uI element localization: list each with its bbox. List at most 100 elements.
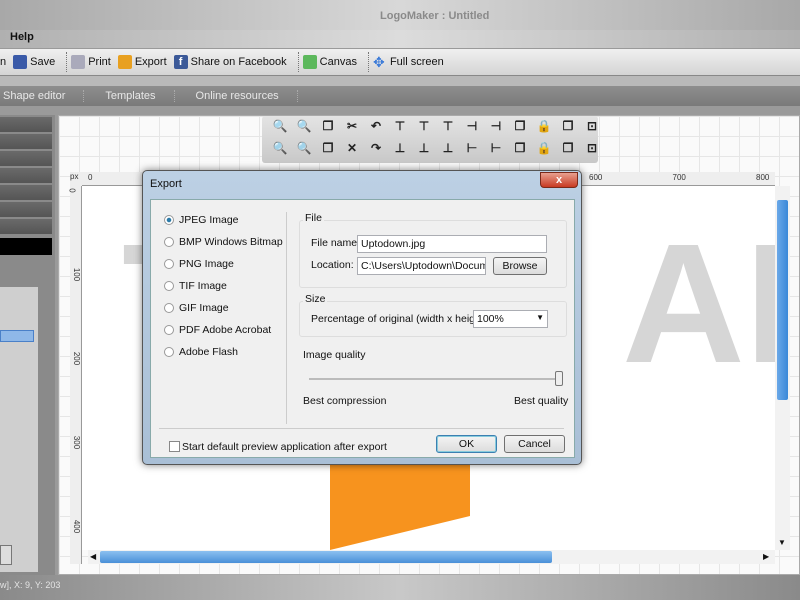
tab-strip: Shape editor Templates Online resources xyxy=(0,86,800,106)
best-quality-label: Best quality xyxy=(514,395,569,407)
file-name-input[interactable]: Uptodown.jpg xyxy=(357,235,547,253)
tool-icon[interactable]: ✕ xyxy=(340,141,364,163)
new-button[interactable]: n xyxy=(0,56,6,68)
tool-icon[interactable]: 🔒 xyxy=(532,141,556,163)
tool-icon[interactable]: ❐ xyxy=(508,119,532,141)
panel-item[interactable] xyxy=(0,117,52,132)
format-radio[interactable]: Adobe Flash xyxy=(164,346,238,358)
layer-list[interactable] xyxy=(0,287,38,572)
quality-slider-thumb[interactable] xyxy=(555,371,563,386)
dropdown[interactable] xyxy=(0,545,12,565)
tool-icon[interactable]: ↶ xyxy=(364,119,388,141)
divider xyxy=(159,428,564,429)
tool-icon[interactable]: ✂ xyxy=(340,119,364,141)
tool-icon[interactable]: ❐ xyxy=(556,141,580,163)
tool-icon[interactable]: ⊥ xyxy=(436,141,460,163)
radio-icon[interactable] xyxy=(164,259,174,269)
export-button[interactable]: Export xyxy=(117,55,167,69)
tool-icon[interactable]: ❐ xyxy=(556,119,580,141)
radio-icon[interactable] xyxy=(164,237,174,247)
tool-icon[interactable]: ⊢ xyxy=(460,141,484,163)
logo-text-al[interactable]: AL xyxy=(622,206,775,402)
ruler-tick-label: 0 xyxy=(88,173,93,182)
panel-item[interactable] xyxy=(0,151,52,166)
tab-templates[interactable]: Templates xyxy=(102,90,175,102)
tool-icon[interactable]: ❐ xyxy=(508,141,532,163)
tool-icon[interactable]: 🔍 xyxy=(292,141,316,163)
tool-icon[interactable]: 🔍 xyxy=(268,119,292,141)
tool-icon[interactable]: ⊡ xyxy=(580,119,604,141)
left-panel xyxy=(0,115,55,575)
panel-item[interactable] xyxy=(0,185,52,200)
vertical-scrollbar[interactable]: ▼ xyxy=(775,186,790,550)
radio-icon[interactable] xyxy=(164,303,174,313)
tool-icon[interactable]: ⊤ xyxy=(412,119,436,141)
panel-item[interactable] xyxy=(0,168,52,183)
quality-label: Image quality xyxy=(303,349,366,361)
tool-icon[interactable]: ⊣ xyxy=(484,119,508,141)
preview-checkbox[interactable] xyxy=(169,441,180,452)
panel-item[interactable] xyxy=(0,219,52,234)
share-facebook-button[interactable]: f Share on Facebook xyxy=(173,55,287,69)
scroll-down-arrow-icon[interactable]: ▼ xyxy=(778,538,786,547)
format-radio[interactable]: BMP Windows Bitmap xyxy=(164,236,283,248)
scroll-left-arrow-icon[interactable]: ◀ xyxy=(90,552,96,561)
radio-icon[interactable] xyxy=(164,215,174,225)
format-radio[interactable]: PNG Image xyxy=(164,258,234,270)
panel-item[interactable] xyxy=(0,134,52,149)
fullscreen-button[interactable]: ✥ Full screen xyxy=(373,55,444,69)
cursor-position: w], X: 9, Y: 203 xyxy=(0,580,61,590)
save-button[interactable]: Save xyxy=(13,55,55,69)
ruler-tick-label: 0 xyxy=(67,188,77,193)
tool-icon[interactable]: ⊢ xyxy=(484,141,508,163)
color-swatch[interactable] xyxy=(0,238,52,255)
quality-slider-track[interactable] xyxy=(309,378,559,380)
tool-icon[interactable]: ⊤ xyxy=(388,119,412,141)
panel-item[interactable] xyxy=(0,202,52,217)
format-radio[interactable]: TIF Image xyxy=(164,280,227,292)
tool-icon[interactable]: ↷ xyxy=(364,141,388,163)
close-button[interactable]: x xyxy=(540,172,578,188)
location-input[interactable]: C:\Users\Uptodown\Document xyxy=(357,257,486,275)
browse-button[interactable]: Browse xyxy=(493,257,547,275)
print-button[interactable]: Print xyxy=(71,55,111,69)
ruler-left: 0 100 200 300 400 xyxy=(67,186,82,564)
menu-bar: Help xyxy=(0,30,800,48)
radio-icon[interactable] xyxy=(164,347,174,357)
ok-button[interactable]: OK xyxy=(436,435,497,453)
fullscreen-icon: ✥ xyxy=(372,54,385,70)
tab-shape-editor[interactable]: Shape editor xyxy=(0,90,85,102)
tool-icon[interactable]: ⊥ xyxy=(412,141,436,163)
separator xyxy=(66,52,68,72)
export-dialog: Export x JPEG Image BMP Windows Bitmap PNG… xyxy=(142,170,582,465)
tool-icon[interactable]: ❐ xyxy=(316,141,340,163)
tool-icon[interactable]: ⊣ xyxy=(460,119,484,141)
format-radio[interactable]: JPEG Image xyxy=(164,214,239,226)
selected-layer[interactable] xyxy=(0,330,34,342)
vertical-scroll-thumb[interactable] xyxy=(777,200,788,400)
size-select[interactable]: 100% ▼ xyxy=(473,310,548,328)
format-radio[interactable]: PDF Adobe Acrobat xyxy=(164,324,271,336)
canvas-button[interactable]: Canvas xyxy=(302,55,357,69)
print-icon xyxy=(71,55,86,69)
preview-checkbox-label[interactable]: Start default preview application after … xyxy=(182,441,387,453)
scroll-right-arrow-icon[interactable]: ▶ xyxy=(763,552,769,561)
tool-icon[interactable]: ⊤ xyxy=(436,119,460,141)
radio-icon[interactable] xyxy=(164,325,174,335)
horizontal-scrollbar[interactable]: ◀ ▶ xyxy=(88,550,775,564)
horizontal-scroll-thumb[interactable] xyxy=(100,551,552,563)
floating-toolbar: 🔍 🔍 ❐ ✂ ↶ ⊤ ⊤ ⊤ ⊣ ⊣ ❐ 🔒 ❐ ⊡ 🔍 🔍 ❐ ✕ ↷ ⊥ ⊥ ⊥ ⊢ ⊢ ❐ 🔒 ❐ ⊡ xyxy=(262,116,598,163)
toolbar-spacer xyxy=(0,76,800,86)
cancel-button[interactable]: Cancel xyxy=(504,435,565,453)
tool-icon[interactable]: ⊥ xyxy=(388,141,412,163)
tab-online-resources[interactable]: Online resources xyxy=(193,90,298,102)
tool-icon[interactable]: 🔍 xyxy=(268,141,292,163)
tool-icon[interactable]: 🔒 xyxy=(532,119,556,141)
best-compression-label: Best compression xyxy=(303,395,387,407)
format-radio[interactable]: GIF Image xyxy=(164,302,229,314)
radio-icon[interactable] xyxy=(164,281,174,291)
menu-help[interactable]: Help xyxy=(10,31,34,43)
tool-icon[interactable]: ❐ xyxy=(316,119,340,141)
tool-icon[interactable]: ⊡ xyxy=(580,141,604,163)
tool-icon[interactable]: 🔍 xyxy=(292,119,316,141)
